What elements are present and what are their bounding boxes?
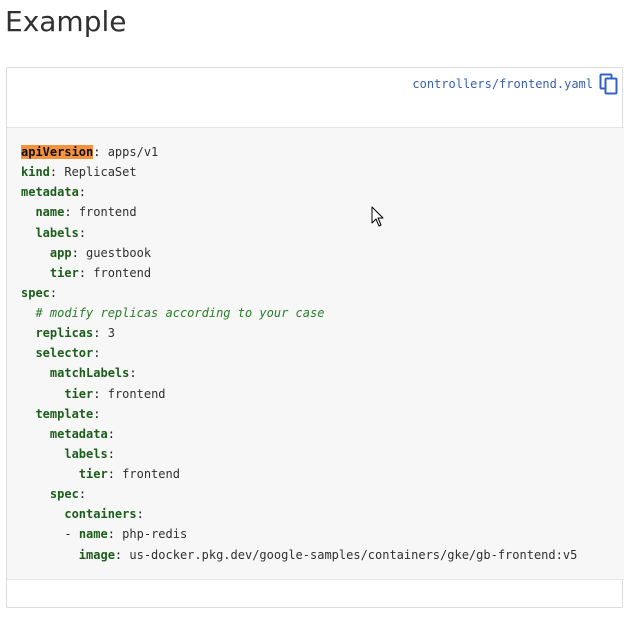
page-title: Example	[5, 5, 127, 38]
yaml-key: replicas	[35, 326, 94, 341]
code-line: metadata:	[49, 426, 115, 441]
file-path-link[interactable]: controllers/frontend.yaml	[412, 76, 593, 92]
code-line: - name: php-redis	[64, 527, 188, 542]
yaml-key: containers	[64, 507, 137, 522]
yaml-key: app	[49, 245, 72, 260]
yaml-key: name	[35, 205, 65, 220]
yaml-code: apiVersion: apps/v1 kind: ReplicaSet metad…	[21, 142, 577, 565]
yaml-key: spec	[49, 487, 79, 502]
code-line: tier: frontend	[64, 386, 166, 401]
code-card-header: controllers/frontend.yaml	[7, 68, 622, 127]
yaml-value: guestbook	[86, 245, 152, 260]
code-line: app: guestbook	[49, 245, 152, 260]
yaml-key: tier	[78, 467, 108, 481]
yaml-key: labels	[64, 446, 108, 461]
code-line: labels:	[64, 446, 115, 461]
yaml-value: frontend	[93, 265, 152, 280]
code-line: apiVersion: apps/v1	[21, 145, 159, 159]
code-line: matchLabels:	[49, 366, 137, 381]
code-line: spec:	[49, 487, 87, 502]
yaml-value: php-redis	[122, 527, 188, 542]
code-line: tier: frontend	[78, 467, 180, 481]
yaml-key: labels	[35, 225, 79, 240]
yaml-value: frontend	[122, 467, 180, 481]
yaml-key: metadata	[49, 426, 108, 441]
code-line: kind: ReplicaSet	[21, 165, 137, 180]
yaml-key: tier	[49, 265, 79, 280]
yaml-value: apps/v1	[107, 145, 159, 159]
code-card: controllers/frontend.yaml apiVersion: ap…	[6, 67, 624, 608]
yaml-value: ReplicaSet	[64, 165, 137, 180]
code-line: image: us-docker.pkg.dev/google-samples/…	[78, 547, 578, 562]
yaml-key: apiVersion	[21, 145, 94, 159]
yaml-value: frontend	[107, 386, 166, 401]
code-line: name: frontend	[35, 205, 137, 220]
code-line: selector:	[35, 346, 101, 361]
copy-icon[interactable]	[599, 73, 619, 95]
yaml-value: 3	[107, 326, 115, 341]
code-line: containers:	[64, 507, 144, 522]
yaml-key: name	[78, 527, 108, 542]
code-line: tier: frontend	[49, 265, 152, 280]
yaml-key: image	[78, 547, 115, 562]
yaml-key: selector	[35, 346, 94, 361]
yaml-value: frontend	[78, 205, 137, 220]
yaml-key: template	[35, 406, 94, 421]
yaml-comment: # modify replicas according to your case	[35, 306, 325, 320]
code-line: metadata:	[21, 185, 87, 200]
yaml-value: us-docker.pkg.dev/google-samples/contain…	[129, 547, 578, 562]
yaml-key: tier	[64, 386, 94, 401]
code-line: # modify replicas according to your case	[21, 303, 577, 323]
yaml-key: matchLabels	[49, 366, 130, 381]
code-area: apiVersion: apps/v1 kind: ReplicaSet metad…	[7, 127, 624, 580]
yaml-key: spec	[21, 285, 50, 300]
code-line: labels:	[35, 225, 87, 240]
code-line: spec:	[21, 285, 58, 300]
code-line: replicas: 3	[35, 326, 115, 341]
code-line: template:	[35, 406, 101, 421]
yaml-key: metadata	[21, 185, 79, 200]
yaml-key: kind	[21, 165, 50, 180]
